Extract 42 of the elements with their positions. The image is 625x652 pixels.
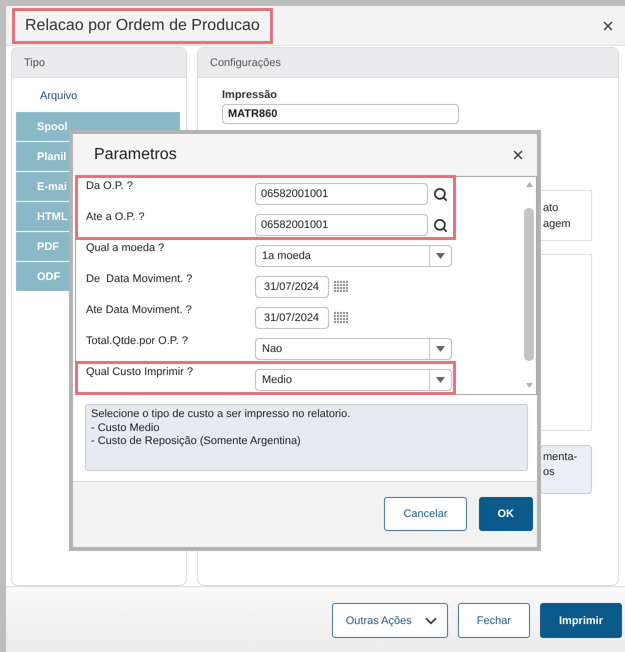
close-icon (511, 148, 525, 162)
input-field[interactable]: MATR860 (222, 104, 459, 124)
option-label[interactable]: ato (543, 200, 591, 216)
select-field[interactable]: 1a moeda (255, 245, 452, 267)
parameter-label: Total.Qtde.por O.P. ? (86, 334, 189, 348)
secondary-button[interactable]: Fechar (458, 603, 530, 638)
caret-icon (436, 346, 445, 352)
parameter-label: Da O.P. ? (86, 179, 134, 193)
input-field[interactable]: 06582001001 (255, 214, 428, 236)
parameter-label: De Data Moviment. ? (86, 272, 194, 286)
select-field[interactable]: Medio (255, 369, 452, 391)
search-icon[interactable] (433, 187, 448, 202)
grid-icon[interactable] (334, 281, 348, 292)
help-text: Selecione o tipo de custo a ser impresso no relatorio. - Custo Medio - Custo de Reposição (Somente Argentina) (85, 404, 528, 471)
caret-icon (436, 377, 445, 383)
parameter-label: Qual a moeda ? (86, 241, 166, 255)
date-field[interactable]: 31/07/2024 (255, 276, 329, 298)
secondary-button[interactable]: Cancelar (384, 497, 466, 531)
panel-header: Configurações (198, 48, 618, 78)
option-label[interactable]: agem (543, 216, 591, 232)
more-actions-button[interactable]: Outras Ações (332, 603, 448, 638)
close-button[interactable] (511, 148, 525, 162)
caret-icon (436, 253, 445, 259)
select-field[interactable]: Nao (255, 338, 452, 360)
panel-header: Tipo (12, 48, 186, 78)
partial-button[interactable]: menta- os (540, 445, 592, 494)
grid-icon[interactable] (334, 312, 348, 323)
search-icon[interactable] (433, 218, 448, 233)
down-arrow-icon[interactable] (526, 383, 532, 388)
input-field[interactable]: 06582001001 (255, 183, 428, 205)
parameter-label: Ate Data Moviment. ? (86, 303, 193, 317)
parameter-label: Ate a O.P. ? (86, 210, 146, 224)
primary-button[interactable]: OK (478, 497, 533, 531)
type-link[interactable]: Arquivo (16, 88, 78, 105)
dialog-title: Parametros (94, 146, 177, 164)
window-title: Relacao por Ordem de Producao (25, 16, 260, 34)
up-arrow-icon[interactable] (526, 182, 532, 187)
field-label: Impressão (222, 88, 278, 102)
primary-button[interactable]: Imprimir (540, 603, 622, 638)
parameter-label: Qual Custo Imprimir ? (86, 365, 194, 379)
date-field[interactable]: 31/07/2024 (255, 307, 329, 329)
scrollbar-thumb[interactable] (524, 208, 534, 361)
